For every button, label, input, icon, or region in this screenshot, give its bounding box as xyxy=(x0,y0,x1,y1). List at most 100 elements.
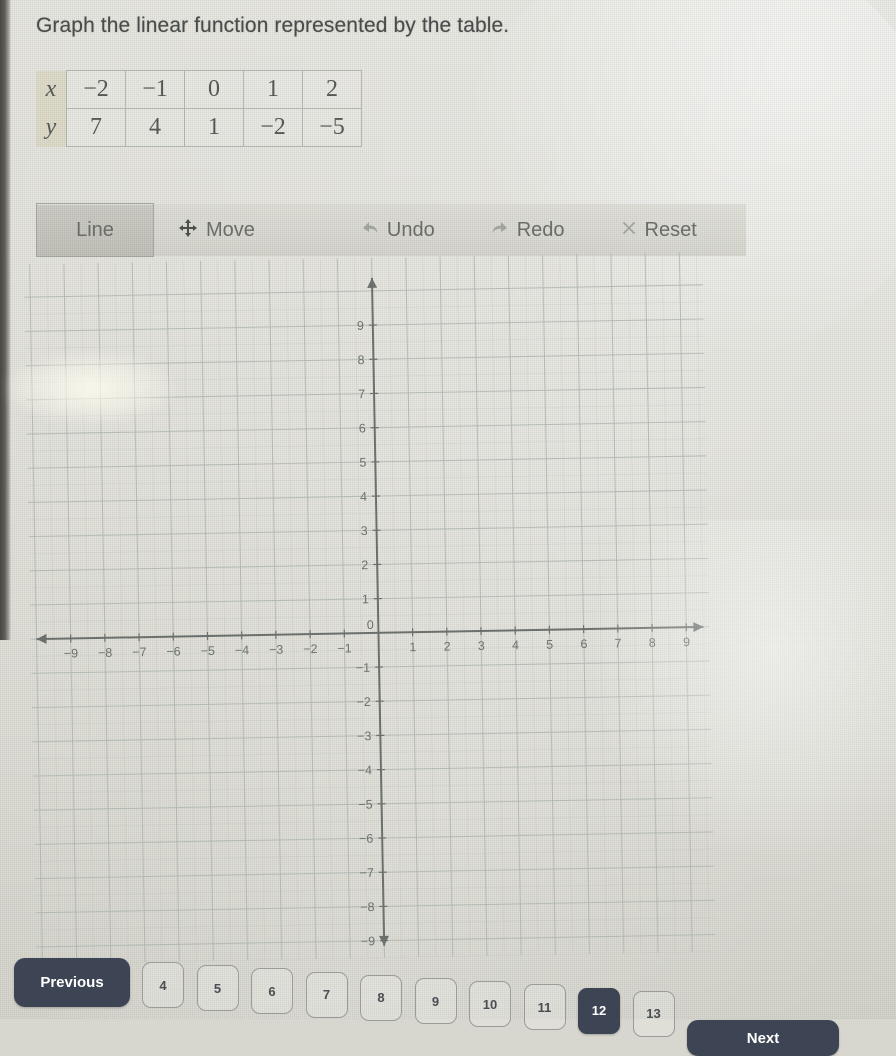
page-button-8[interactable]: 8 xyxy=(360,975,402,1021)
page-button-label: 13 xyxy=(646,1006,660,1021)
y-axis-tick-label: −2 xyxy=(356,695,371,709)
y-axis-tick-label: 7 xyxy=(358,387,365,401)
grid-line-minor-v xyxy=(423,257,436,957)
pagination-bar: Previous 45678910111213 Next xyxy=(0,958,896,1019)
grid-line-major-v xyxy=(440,257,453,957)
page-button-4[interactable]: 4 xyxy=(142,962,184,1008)
y-axis-tick-label: −6 xyxy=(359,832,374,846)
grid-line-minor-v xyxy=(662,253,675,953)
grid-line-minor-v xyxy=(389,258,402,958)
grid-line-major-h xyxy=(24,285,703,297)
grid-line-major-v xyxy=(132,262,145,962)
x-axis-tick-label: 6 xyxy=(580,637,587,651)
axes xyxy=(30,272,709,952)
tool-reset-button[interactable]: Reset xyxy=(607,204,711,256)
page-button-10[interactable]: 10 xyxy=(469,981,511,1027)
grid-line-minor-h xyxy=(28,507,707,519)
table-cell-x-1: −1 xyxy=(126,71,185,109)
grid-lines xyxy=(24,252,716,964)
grid-line-minor-h xyxy=(27,439,706,451)
coordinate-plane-svg[interactable]: −9−8−7−6−5−4−3−2−1123456789987654321−1−2… xyxy=(24,252,716,964)
x-axis-tick-label: −8 xyxy=(98,646,113,660)
next-page-label: Next xyxy=(747,1030,780,1047)
grid-line-minor-v xyxy=(115,263,128,963)
y-axis-tick-label: 4 xyxy=(360,490,367,504)
page-button-5[interactable]: 5 xyxy=(197,965,239,1011)
grid-line-major-h xyxy=(33,764,712,776)
y-axis-tick-label: −9 xyxy=(361,934,376,948)
grid-line-minor-h xyxy=(31,678,710,690)
grid-line-minor-v xyxy=(252,260,265,960)
table-cell-y-4: −5 xyxy=(303,109,362,147)
y-axis-tick-label: 8 xyxy=(357,353,364,367)
tool-undo-button[interactable]: Undo xyxy=(347,204,449,256)
grid-line-major-h xyxy=(32,695,711,707)
next-page-button[interactable]: Next xyxy=(687,1020,839,1056)
grid-line-major-h xyxy=(26,387,705,399)
grid-line-minor-v xyxy=(320,259,333,959)
tool-line-button[interactable]: Line xyxy=(36,203,154,257)
x-axis-tick-label: −7 xyxy=(132,645,147,659)
grid-line-major-h xyxy=(30,593,709,605)
grid-line-minor-h xyxy=(32,712,711,724)
tool-redo-label: Redo xyxy=(517,219,565,242)
tool-redo-button[interactable]: Redo xyxy=(477,204,579,256)
page-button-7[interactable]: 7 xyxy=(306,972,348,1018)
grid-line-minor-v xyxy=(81,263,94,963)
x-axis-tick-label: 9 xyxy=(683,635,690,649)
x-axis-tick-label: −1 xyxy=(337,641,352,655)
grid-line-minor-v xyxy=(47,264,60,964)
grid-line-major-h xyxy=(27,456,706,468)
y-axis-tick-label: 5 xyxy=(359,456,366,470)
grid-line-major-h xyxy=(36,935,715,947)
grid-line-minor-v xyxy=(149,262,162,962)
grid-line-minor-v xyxy=(491,256,504,956)
coordinate-plane[interactable]: −9−8−7−6−5−4−3−2−1123456789987654321−1−2… xyxy=(24,252,716,964)
tool-line-label: Line xyxy=(76,219,114,242)
x-axis-tick-label: 5 xyxy=(546,638,553,652)
grid-line-minor-h xyxy=(33,746,712,758)
grid-line-minor-v xyxy=(218,261,231,961)
grid-line-major-v xyxy=(645,253,658,953)
x-axis-tick-label: −5 xyxy=(201,644,216,658)
function-table: x −2 −1 0 1 2 y 7 4 1 −2 −5 xyxy=(36,70,362,147)
grid-line-major-v xyxy=(679,252,692,952)
table-row-label-x: x xyxy=(36,71,67,109)
grid-line-minor-v xyxy=(628,253,641,953)
page-button-6[interactable]: 6 xyxy=(251,968,293,1014)
grid-line-minor-h xyxy=(25,336,704,348)
grid-line-major-v xyxy=(611,254,624,954)
grid-line-major-v xyxy=(303,259,316,959)
x-axis-tick-label: −9 xyxy=(64,646,79,660)
page-button-13[interactable]: 13 xyxy=(633,991,675,1037)
table-cell-y-1: 4 xyxy=(126,109,185,147)
grid-line-minor-h xyxy=(28,473,707,485)
grid-line-major-h xyxy=(31,661,710,673)
grid-line-major-h xyxy=(28,490,707,502)
x-axis-tick-label: −6 xyxy=(166,644,181,658)
page-button-11[interactable]: 11 xyxy=(524,984,566,1030)
y-axis-tick-label: −7 xyxy=(359,866,374,880)
grid-line-minor-h xyxy=(35,849,714,861)
x-axis-tick-label: 8 xyxy=(649,636,656,650)
grid-line-major-h xyxy=(29,558,708,570)
graph-toolbar: Line Move Undo Redo Rese xyxy=(36,204,746,256)
table-row-x: x −2 −1 0 1 2 xyxy=(36,71,362,109)
grid-line-major-h xyxy=(34,832,713,844)
grid-line-minor-v xyxy=(286,259,299,959)
table-cell-y-3: −2 xyxy=(244,109,303,147)
y-axis-tick-label: −5 xyxy=(358,797,373,811)
page-button-label: 5 xyxy=(214,981,221,996)
page-button-label: 8 xyxy=(377,990,384,1005)
grid-line-major-v xyxy=(406,257,419,957)
y-axis-tick-label: −4 xyxy=(358,763,373,777)
x-axis-tick-label: 3 xyxy=(478,639,485,653)
previous-page-label: Previous xyxy=(40,974,103,991)
tool-move-button[interactable]: Move xyxy=(164,204,269,256)
grid-line-minor-h xyxy=(25,302,704,314)
previous-page-button[interactable]: Previous xyxy=(14,958,130,1007)
page-button-9[interactable]: 9 xyxy=(415,978,457,1024)
page-button-12[interactable]: 12 xyxy=(578,988,620,1034)
redo-arrow-icon xyxy=(491,220,509,240)
grid-line-minor-h xyxy=(29,541,708,553)
